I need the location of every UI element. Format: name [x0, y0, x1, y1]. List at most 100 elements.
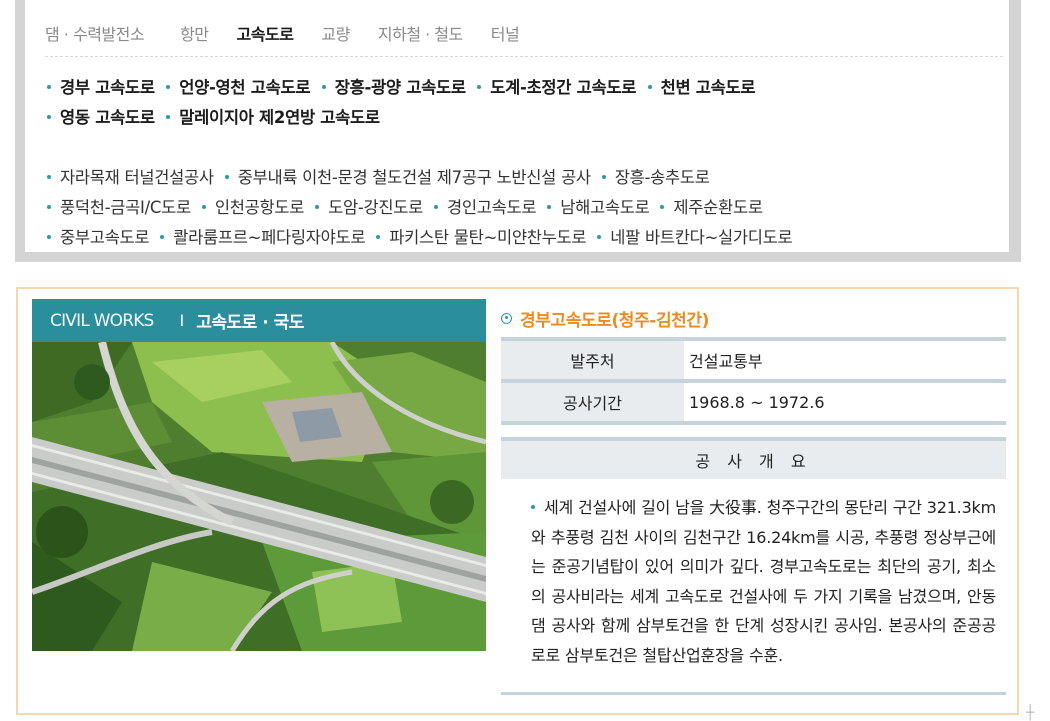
bullet-icon — [433, 204, 438, 209]
tab-port[interactable]: 항만 — [180, 21, 209, 45]
tab-expressway[interactable]: 고속도로 — [237, 21, 294, 45]
bullet-icon — [647, 84, 652, 89]
project-link-label: 자라목재 터널건설공사 — [60, 168, 214, 187]
bullet-icon — [601, 174, 606, 179]
project-link[interactable]: 남해고속도로 — [547, 193, 650, 223]
bullet-icon — [660, 204, 665, 209]
project-link-label: 남해고속도로 — [560, 198, 650, 217]
period-row: 공사기간 1968.8 ~ 1972.6 — [501, 383, 1006, 421]
tab-bridge[interactable]: 교량 — [321, 21, 350, 45]
project-link[interactable]: 영동 고속도로 — [47, 103, 155, 133]
project-link-label: 경부 고속도로 — [60, 78, 155, 97]
bullet-icon — [166, 84, 171, 89]
project-link[interactable]: 풍덕천-금곡I/C도로 — [47, 193, 191, 223]
project-link-label: 도암-강진도로 — [328, 198, 423, 217]
highway-project-row: 영동 고속도로 말레이지아 제2연방 고속도로 — [47, 103, 1007, 133]
other-project-row: 자라목재 터널건설공사 중부내륙 이천-문경 철도건설 제7공구 노반신설 공사… — [47, 163, 1007, 193]
section-label: CIVIL WORKS — [50, 310, 154, 331]
project-link-label: 도계-초정간 고속도로 — [490, 78, 637, 97]
project-info: 경부고속도로(청주-김천간) 발주처 건설교통부 공사기간 1968.8 ~ 1… — [501, 299, 1006, 695]
project-title-text: 경부고속도로(청주-김천간) — [520, 310, 710, 331]
project-link-label: 천변 고속도로 — [660, 78, 756, 97]
aerial-photo-image — [32, 342, 486, 651]
project-link-label: 장흥-광양 고속도로 — [334, 78, 466, 97]
bullet-icon — [47, 114, 51, 119]
project-link-label: 경인고속도로 — [446, 198, 537, 217]
project-link[interactable]: 말레이지아 제2연방 고속도로 — [166, 103, 380, 133]
project-link-label: 제주순환도로 — [673, 198, 763, 217]
period-value: 1968.8 ~ 1972.6 — [689, 392, 825, 412]
project-link[interactable]: 제주순환도로 — [660, 193, 763, 223]
bullet-icon — [547, 204, 552, 209]
project-link[interactable]: 장흥-광양 고속도로 — [321, 73, 466, 103]
project-link[interactable]: 장흥-송추도로 — [601, 163, 710, 193]
target-bullet-icon — [501, 312, 512, 324]
tab-subway-railway[interactable]: 지하철 · 철도 — [378, 21, 463, 45]
bullet-icon — [477, 84, 482, 89]
project-link-label: 장흥-송추도로 — [614, 168, 710, 187]
tab-divider — [45, 56, 1003, 57]
project-detail-panel: CIVIL WORKS I 고속도로 · 국도 경부고속도로(청주-김천간) 발… — [16, 287, 1019, 715]
project-link[interactable]: 중부내륙 이천-문경 철도건설 제7공구 노반신설 공사 — [224, 163, 591, 193]
project-link-label: 파키스탄 물탄~미얀찬누도로 — [389, 228, 587, 247]
bullet-icon — [597, 234, 602, 239]
project-link[interactable]: 천변 고속도로 — [647, 73, 756, 103]
project-link-label: 인천공항도로 — [214, 198, 305, 217]
project-link[interactable]: 경인고속도로 — [433, 193, 537, 223]
project-link-label: 콸라룸프르~페다링자야도로 — [173, 228, 366, 247]
project-link-label: 풍덕천-금곡I/C도로 — [60, 198, 191, 217]
project-link[interactable]: 중부고속도로 — [47, 223, 150, 253]
project-link[interactable]: 자라목재 터널건설공사 — [47, 163, 214, 193]
overview-text-block: 세계 건설사에 길이 남을 大役事. 청주구간의 몽단리 구간 321.3km와… — [501, 479, 1006, 692]
project-link[interactable]: 네팔 바트칸다~실가디도로 — [597, 223, 793, 253]
bullet-icon — [47, 234, 51, 239]
category-label: 고속도로 · 국도 — [196, 313, 304, 333]
other-project-row: 중부고속도로 콸라룸프르~페다링자야도로 파키스탄 물탄~미얀찬누도로 네팔 바… — [47, 223, 1007, 253]
bullet-icon — [376, 234, 381, 239]
bullet-icon — [47, 84, 51, 89]
resize-corner-icon: ┼ — [1026, 705, 1035, 721]
overview-text: 세계 건설사에 길이 남을 大役事. 청주구간의 몽단리 구간 321.3km와… — [531, 498, 996, 665]
project-link[interactable]: 언양-영천 고속도로 — [166, 73, 311, 103]
project-link[interactable]: 도계-초정간 고속도로 — [477, 73, 636, 103]
project-title: 경부고속도로(청주-김천간) — [501, 299, 1006, 337]
photo-header: CIVIL WORKS I 고속도로 · 국도 — [32, 299, 486, 342]
bullet-icon — [47, 204, 51, 209]
bullet-icon — [201, 204, 206, 209]
highway-project-list: 경부 고속도로 언양-영천 고속도로 장흥-광양 고속도로 도계-초정간 고속도… — [47, 73, 1007, 133]
tab-dam[interactable]: 댐 · 수력발전소 — [45, 21, 145, 45]
overview-heading: 공 사 개 요 — [501, 441, 1006, 479]
header-separator: I — [179, 311, 185, 330]
project-link[interactable]: 콸라룸프르~페다링자야도로 — [160, 223, 366, 253]
project-list-panel: 댐 · 수력발전소 항만 고속도로 교량 지하철 · 철도 터널 경부 고속도로… — [15, 0, 1021, 262]
other-project-row: 풍덕천-금곡I/C도로 인천공항도로 도암-강진도로 경인고속도로 남해고속도로… — [47, 193, 1007, 223]
project-link-label: 언양-영천 고속도로 — [179, 78, 311, 97]
highway-project-row: 경부 고속도로 언양-영천 고속도로 장흥-광양 고속도로 도계-초정간 고속도… — [47, 73, 1007, 103]
period-label: 공사기간 — [501, 383, 684, 421]
tab-tunnel[interactable]: 터널 — [491, 21, 520, 45]
overview-bottom-bar — [501, 692, 1006, 695]
client-value: 건설교통부 — [689, 352, 763, 371]
project-link-label: 중부고속도로 — [60, 228, 150, 247]
project-link[interactable]: 도암-강진도로 — [315, 193, 423, 223]
bullet-icon — [160, 234, 165, 239]
project-link-label: 말레이지아 제2연방 고속도로 — [179, 108, 380, 127]
project-link[interactable]: 파키스탄 물탄~미얀찬누도로 — [376, 223, 587, 253]
project-list-inner: 댐 · 수력발전소 항만 고속도로 교량 지하철 · 철도 터널 경부 고속도로… — [25, 0, 1009, 252]
other-project-list: 자라목재 터널건설공사 중부내륙 이천-문경 철도건설 제7공구 노반신설 공사… — [47, 163, 1007, 253]
project-link-label: 영동 고속도로 — [60, 108, 155, 127]
bullet-icon — [224, 174, 229, 179]
bullet-icon — [531, 504, 535, 509]
bullet-icon — [315, 204, 320, 209]
project-link[interactable]: 인천공항도로 — [201, 193, 305, 223]
client-row: 발주처 건설교통부 — [501, 341, 1006, 379]
bullet-icon — [321, 84, 326, 89]
aerial-photo — [32, 342, 486, 651]
bullet-icon — [47, 174, 51, 179]
client-label: 발주처 — [501, 341, 684, 379]
project-link-label: 네팔 바트칸다~실가디도로 — [610, 228, 793, 247]
bullet-icon — [166, 114, 171, 119]
project-link-label: 중부내륙 이천-문경 철도건설 제7공구 노반신설 공사 — [237, 168, 591, 187]
project-link[interactable]: 경부 고속도로 — [47, 73, 155, 103]
